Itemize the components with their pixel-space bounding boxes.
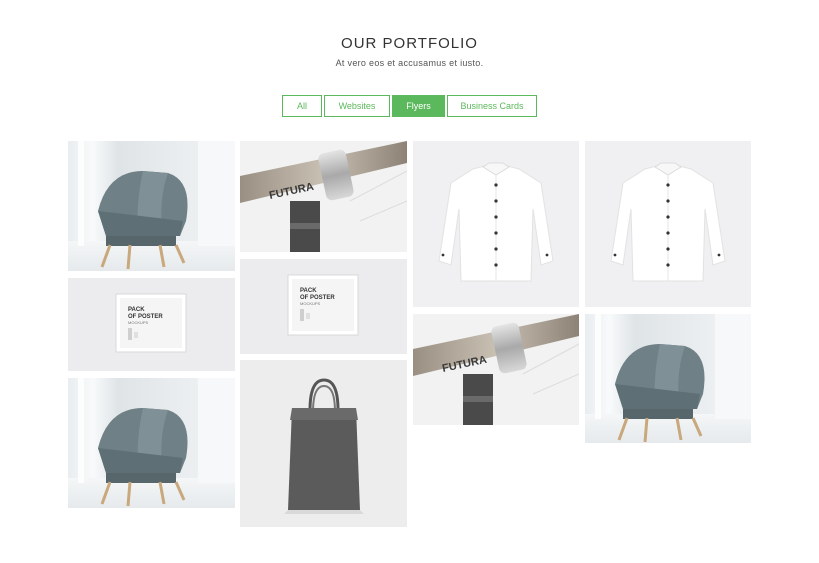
filter-all-button[interactable]: All xyxy=(282,95,322,117)
svg-text:MOCKUPS: MOCKUPS xyxy=(300,301,321,306)
poster-text: PACK xyxy=(128,307,145,313)
svg-text:MOCKUPS: MOCKUPS xyxy=(128,320,149,325)
portfolio-item-shirt[interactable] xyxy=(585,141,751,307)
chair-image xyxy=(68,378,235,508)
portfolio-item-shirt[interactable] xyxy=(413,141,579,307)
shirt-image xyxy=(413,141,579,307)
svg-text:PACK: PACK xyxy=(300,288,317,294)
chair-image xyxy=(68,141,235,271)
portfolio-item-bike-handlebar[interactable]: FUTURA xyxy=(240,141,407,252)
portfolio-item-poster-frame[interactable]: PACK OF POSTER MOCKUPS xyxy=(240,259,407,354)
tote-bag-image xyxy=(240,360,407,527)
chair-image xyxy=(585,314,751,443)
page-title: OUR PORTFOLIO xyxy=(341,35,478,52)
portfolio-item-chair[interactable] xyxy=(68,378,235,508)
portfolio-item-chair[interactable] xyxy=(585,314,751,443)
shirt-image xyxy=(585,141,751,307)
portfolio-item-bike-handlebar[interactable]: FUTURA xyxy=(413,314,579,425)
portfolio-item-poster-frame[interactable]: PACK OF POSTER MOCKUPS xyxy=(68,278,235,371)
page-subtitle: At vero eos et accusamus et iusto. xyxy=(335,58,484,68)
poster-frame-image: PACK OF POSTER MOCKUPS xyxy=(68,278,235,371)
portfolio-item-tote-bag[interactable] xyxy=(240,360,407,527)
bike-handlebar-image: FUTURA xyxy=(240,141,407,252)
poster-frame-image: PACK OF POSTER MOCKUPS xyxy=(240,259,407,354)
bike-handlebar-image: FUTURA xyxy=(413,314,579,425)
filter-flyers-button[interactable]: Flyers xyxy=(392,95,445,117)
filter-business-cards-button[interactable]: Business Cards xyxy=(447,95,537,117)
filter-websites-button[interactable]: Websites xyxy=(324,95,390,117)
portfolio-item-chair[interactable] xyxy=(68,141,235,271)
